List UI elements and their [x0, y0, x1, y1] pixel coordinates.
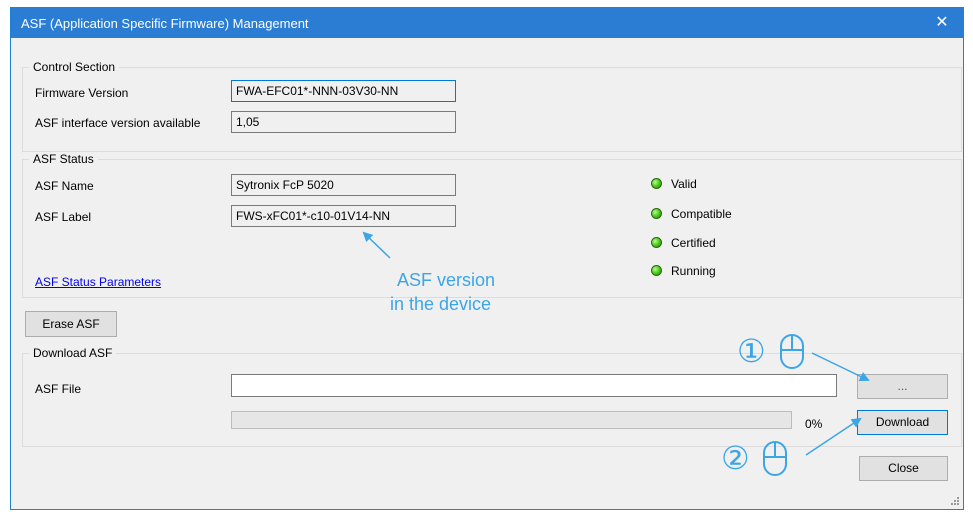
running-indicator-label: Running: [671, 264, 716, 278]
control-section-legend: Control Section: [29, 60, 120, 74]
close-button[interactable]: Close: [859, 456, 948, 481]
running-indicator-icon: [651, 265, 662, 276]
step1-number: ①: [737, 333, 766, 369]
certified-indicator-label: Certified: [671, 236, 716, 250]
compatible-indicator-label: Compatible: [671, 207, 732, 221]
asf-management-dialog: ASF (Application Specific Firmware) Mana…: [10, 7, 964, 510]
asf-label-field[interactable]: FWS-xFC01*-c10-01V14-NN: [231, 205, 456, 227]
asf-label-label: ASF Label: [35, 210, 92, 224]
certified-indicator-icon: [651, 237, 662, 248]
asf-name-label: ASF Name: [35, 179, 94, 193]
download-button[interactable]: Download: [857, 410, 948, 435]
interface-version-field[interactable]: 1,05: [231, 111, 456, 133]
download-asf-legend: Download ASF: [29, 346, 117, 360]
asf-file-label: ASF File: [35, 382, 82, 396]
browse-file-button[interactable]: ...: [857, 374, 948, 399]
download-asf-group: Download ASF: [22, 346, 962, 447]
window-title: ASF (Application Specific Firmware) Mana…: [21, 16, 309, 31]
valid-indicator-icon: [651, 178, 662, 189]
asf-name-field[interactable]: Sytronix FcP 5020: [231, 174, 456, 196]
download-progress-bar: [231, 411, 792, 429]
firmware-version-label: Firmware Version: [35, 86, 129, 100]
step2-number: ②: [721, 440, 750, 476]
asf-status-legend: ASF Status: [29, 152, 98, 166]
asf-file-field[interactable]: [231, 374, 837, 397]
erase-asf-button[interactable]: Erase ASF: [25, 311, 117, 337]
close-window-icon[interactable]: ✕: [921, 8, 963, 38]
version-note-line1: ASF version: [397, 270, 496, 290]
version-note-line2: in the device: [390, 294, 492, 314]
asf-status-parameters-link[interactable]: ASF Status Parameters: [35, 275, 161, 289]
control-section-group: Control Section: [22, 60, 962, 152]
compatible-indicator-icon: [651, 208, 662, 219]
interface-version-label: ASF interface version available: [35, 116, 201, 130]
resize-grip-icon[interactable]: [951, 497, 959, 505]
firmware-version-field[interactable]: FWA-EFC01*-NNN-03V30-NN: [231, 80, 456, 102]
title-bar: ASF (Application Specific Firmware) Mana…: [11, 8, 963, 38]
download-progress-percent: 0%: [805, 417, 823, 431]
valid-indicator-label: Valid: [671, 177, 697, 191]
